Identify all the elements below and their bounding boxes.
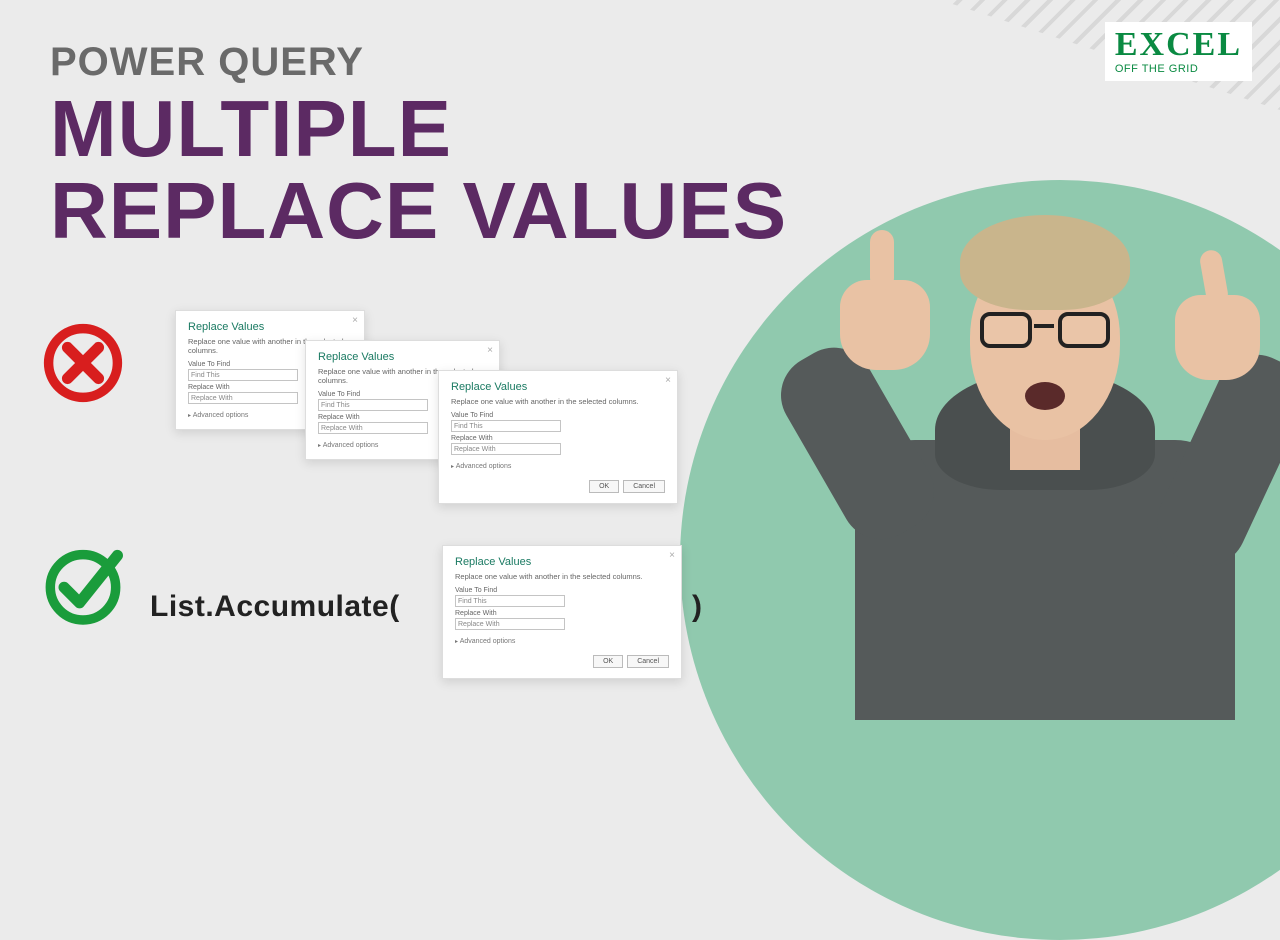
input-find: Find This [188, 369, 298, 381]
function-close: ) [692, 590, 702, 624]
close-icon: × [669, 550, 675, 561]
label-replace: Replace With [451, 435, 665, 442]
input-replace: Replace With [188, 392, 298, 404]
cancel-button: Cancel [627, 655, 669, 668]
advanced-toggle: Advanced options [451, 463, 665, 470]
replace-values-dialog-single: × Replace Values Replace one value with … [442, 545, 682, 679]
headline-line2: REPLACE VALUES [50, 173, 787, 249]
ok-button: OK [589, 480, 619, 493]
cross-circle-icon [40, 320, 126, 406]
input-replace: Replace With [318, 422, 428, 434]
logo-line1: EXCEL [1115, 28, 1242, 62]
dialog-subtitle: Replace one value with another in the se… [451, 397, 665, 406]
dialog-subtitle: Replace one value with another in the se… [455, 572, 669, 581]
dialog-title: Replace Values [188, 321, 352, 333]
dialog-title: Replace Values [455, 556, 669, 568]
label-find: Value To Find [455, 587, 669, 594]
advanced-toggle: Advanced options [455, 638, 669, 645]
logo-line2: OFF THE GRID [1115, 64, 1242, 75]
input-replace: Replace With [451, 443, 561, 455]
eyebrow-text: POWER QUERY [50, 40, 787, 85]
title-block: POWER QUERY MULTIPLE REPLACE VALUES [50, 40, 787, 249]
dialog-title: Replace Values [451, 381, 665, 393]
function-open: List.Accumulate( [150, 590, 400, 624]
cancel-button: Cancel [623, 480, 665, 493]
headline-line1: MULTIPLE [50, 91, 787, 167]
input-replace: Replace With [455, 618, 565, 630]
input-find: Find This [451, 420, 561, 432]
input-find: Find This [455, 595, 565, 607]
close-icon: × [487, 345, 493, 356]
input-find: Find This [318, 399, 428, 411]
replace-values-dialog-3: × Replace Values Replace one value with … [438, 370, 678, 504]
ok-button: OK [593, 655, 623, 668]
check-circle-icon [40, 540, 126, 626]
close-icon: × [352, 315, 358, 326]
presenter-photo [830, 180, 1260, 720]
dialog-title: Replace Values [318, 351, 487, 363]
label-find: Value To Find [451, 412, 665, 419]
brand-logo: EXCEL OFF THE GRID [1105, 22, 1252, 81]
label-replace: Replace With [455, 610, 669, 617]
close-icon: × [665, 375, 671, 386]
